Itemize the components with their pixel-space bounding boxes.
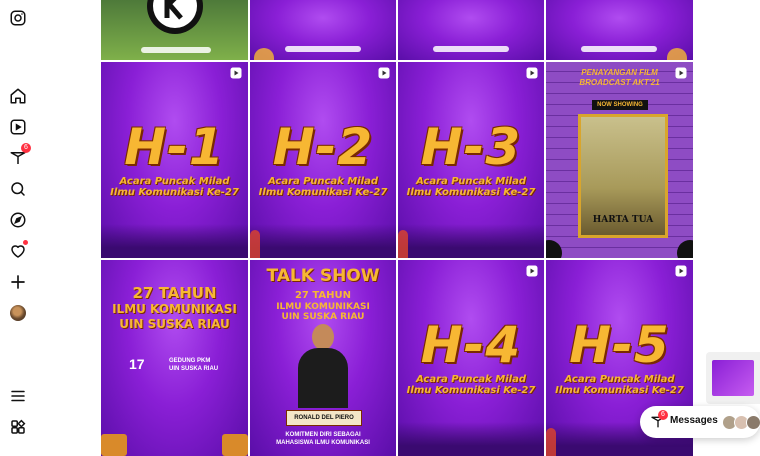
profile-avatar[interactable] <box>8 303 28 323</box>
post-tile[interactable]: H-4 Acara Puncak Milad Ilmu Komunikasi K… <box>398 260 544 456</box>
crowd-silhouette <box>398 224 544 258</box>
talkshow-tagline-1: KOMITMEN DIRI SEBAGAI <box>285 432 361 438</box>
message-preview-card[interactable] <box>706 352 760 404</box>
countdown-line2: Ilmu Komunikasi Ke-27 <box>406 187 536 198</box>
create-icon[interactable] <box>8 272 28 292</box>
countdown-number: H-1 <box>124 118 225 176</box>
heart-icon[interactable] <box>8 240 28 261</box>
now-showing-ribbon: NOW SHOWING <box>592 100 648 110</box>
post-tile[interactable]: H-3 Acara Puncak Milad Ilmu Komunikasi K… <box>398 62 544 258</box>
countdown-line2: Ilmu Komunikasi Ke-27 <box>110 187 239 198</box>
countdown-number: H-2 <box>272 118 374 176</box>
talkshow-title-3: UIN SUSKA RIAU <box>281 312 365 322</box>
event-venue-2: UIN SUSKA RIAU <box>169 366 219 372</box>
crowd-silhouette <box>398 422 544 456</box>
countdown-line2: Ilmu Komunikasi Ke-27 <box>258 187 388 198</box>
film-headline-1: PENAYANGAN FILM <box>581 68 658 77</box>
stage-light <box>398 230 408 258</box>
activity-dot <box>23 240 28 245</box>
post-tile[interactable]: H-2 Acara Puncak Milad Ilmu Komunikasi K… <box>250 62 396 258</box>
messages-button[interactable]: 6 Messages <box>640 406 760 438</box>
messages-label: Messages <box>670 415 718 426</box>
reel-icon <box>526 67 538 79</box>
countdown-number: H-4 <box>420 316 522 374</box>
event-venue-1: GEDUNG PKM <box>169 358 211 364</box>
avatar <box>10 305 26 321</box>
explore-icon[interactable] <box>8 210 28 230</box>
contact-avatar <box>746 415 760 430</box>
post-tile[interactable] <box>101 0 248 60</box>
decor-flower-icon <box>667 48 687 60</box>
post-tile[interactable] <box>398 0 544 60</box>
reel-icon <box>675 265 687 277</box>
ticket-decor <box>222 434 248 456</box>
decor-flower-icon <box>254 48 274 60</box>
countdown-number: H-3 <box>420 118 522 176</box>
search-icon[interactable] <box>8 179 28 199</box>
preview-thumbnail <box>712 360 754 396</box>
stage-light <box>546 428 556 456</box>
home-icon[interactable] <box>8 86 28 106</box>
post-tile[interactable]: H-1 Acara Puncak Milad Ilmu Komunikasi K… <box>101 62 248 258</box>
instagram-logo-icon[interactable] <box>8 8 28 28</box>
left-sidebar: 6 <box>0 0 36 456</box>
notifications-icon[interactable]: 6 <box>8 143 31 168</box>
post-tile[interactable]: 27 TAHUN ILMU KOMUNIKASI UIN SUSKA RIAU … <box>101 260 248 456</box>
ticket-decor <box>101 434 127 456</box>
countdown-line1: Acara Puncak Milad <box>564 374 675 385</box>
event-date: 17 <box>129 356 145 372</box>
event-title-3: UIN SUSKA RIAU <box>119 317 230 331</box>
reel-icon <box>378 67 390 79</box>
countdown-line1: Acara Puncak Milad <box>268 176 378 187</box>
post-tile[interactable] <box>250 0 396 60</box>
countdown-line1: Acara Puncak Milad <box>416 176 526 187</box>
countdown-line1: Acara Puncak Milad <box>119 176 230 187</box>
reel-icon <box>526 265 538 277</box>
post-tile[interactable]: TALK SHOW 27 TAHUN ILMU KOMUNIKASI UIN S… <box>250 260 396 456</box>
post-grid: H-1 Acara Puncak Milad Ilmu Komunikasi K… <box>101 0 693 456</box>
notification-badge: 6 <box>21 143 31 153</box>
post-tile[interactable] <box>546 0 693 60</box>
talkshow-title-1: 27 TAHUN <box>294 290 352 301</box>
crowd-silhouette <box>250 224 396 258</box>
speaker-photo <box>298 324 348 408</box>
account-handles-strip <box>141 47 211 53</box>
countdown-line2: Ilmu Komunikasi Ke-27 <box>555 385 684 396</box>
event-title-1: 27 TAHUN <box>132 284 217 302</box>
talkshow-title: TALK SHOW <box>266 266 380 286</box>
film-headline-2: BROADCAST AKT'21 <box>579 78 660 87</box>
countdown-number: H-5 <box>569 316 670 374</box>
seal-logo-icon <box>147 0 203 34</box>
crowd-silhouette <box>101 224 248 258</box>
talkshow-title-2: ILMU KOMUNIKASI <box>276 302 370 312</box>
countdown-line2: Ilmu Komunikasi Ke-27 <box>406 385 536 396</box>
account-handles-strip <box>433 46 509 52</box>
messages-badge: 6 <box>658 410 668 420</box>
film-poster: HARTA TUA <box>578 114 668 238</box>
speaker-name: RONALD DEL PIERO <box>286 410 362 426</box>
reel-icon <box>230 67 242 79</box>
event-title-2: ILMU KOMUNIKASI <box>112 302 237 316</box>
account-handles-strip <box>285 46 361 52</box>
reels-icon[interactable] <box>8 117 28 137</box>
account-handles-strip <box>581 46 657 52</box>
talkshow-tagline-2: MAHASISWA ILMU KOMUNIKASI <box>276 440 370 446</box>
more-menu-icon[interactable] <box>8 386 28 406</box>
also-from-meta-icon[interactable] <box>8 417 28 437</box>
countdown-line1: Acara Puncak Milad <box>416 374 526 385</box>
poster-title: HARTA TUA <box>592 215 654 225</box>
stage-light <box>250 230 260 258</box>
post-tile[interactable]: PENAYANGAN FILM BROADCAST AKT'21 NOW SHO… <box>546 62 693 258</box>
